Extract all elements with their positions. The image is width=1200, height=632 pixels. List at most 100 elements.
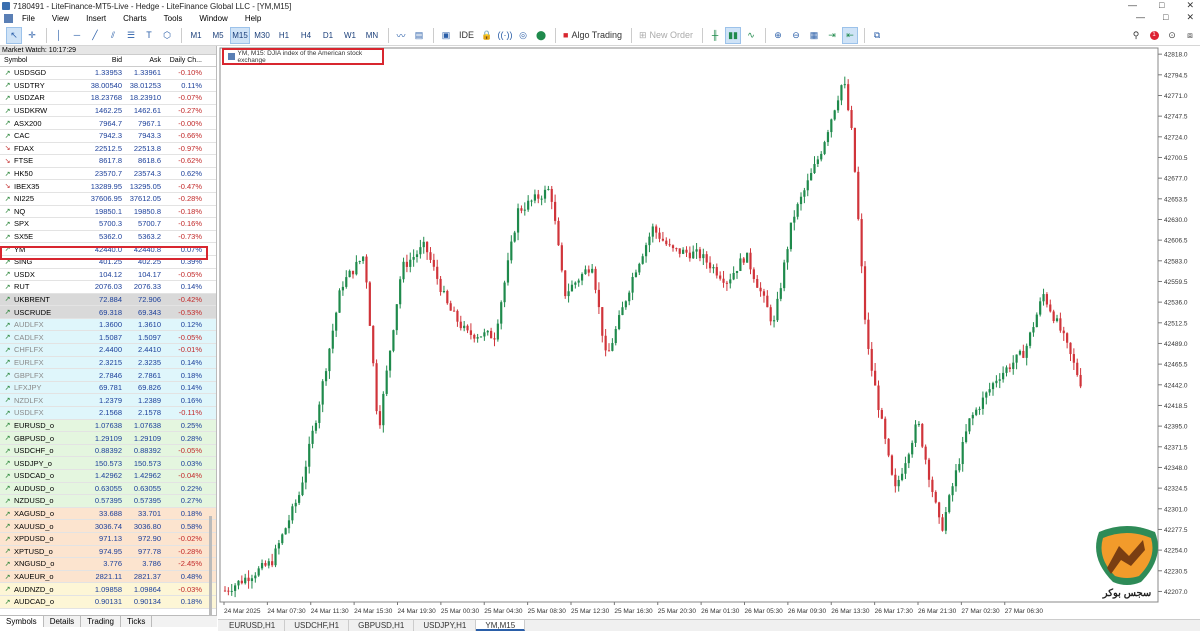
menu-window[interactable]: Window [190,14,235,23]
market-watch-row[interactable]: ↗ EURUSD_o 1.07638 1.07638 0.25% [0,419,216,433]
tile-windows-icon[interactable]: ▦ [806,27,822,44]
market-watch-row[interactable]: ↗ GBPLFX 2.7846 2.7861 0.18% [0,369,216,382]
column-symbol[interactable]: Symbol [0,57,80,64]
timeframe-m1[interactable]: M1 [186,27,206,44]
menu-view[interactable]: View [43,14,77,23]
text-tool-icon[interactable]: T [141,27,157,44]
horizontal-line-icon[interactable]: ─ [69,27,85,44]
market-watch-row[interactable]: ↗ USDLFX 2.1568 2.1578 -0.11% [0,407,216,420]
market-watch-row[interactable]: ↗ CAC 7942.3 7943.3 -0.66% [0,129,216,143]
ide-button[interactable]: IDE [456,27,477,44]
market-watch-row[interactable]: ↗ RUT 2076.03 2076.33 0.14% [0,281,216,294]
chart-tab-usdchf[interactable]: USDCHF,H1 [285,620,350,631]
market-watch-scrollbar[interactable] [209,516,212,626]
new-chart-icon[interactable]: ▣ [438,27,454,44]
crosshair-icon[interactable]: ✛ [24,27,40,44]
timeframe-mn[interactable]: MN [362,27,382,44]
doc-restore-button[interactable]: □ [1163,12,1168,23]
maximize-button[interactable]: □ [1159,0,1164,11]
timeframe-h1[interactable]: H1 [274,27,294,44]
tab-ticks[interactable]: Ticks [121,616,153,627]
market-watch-row[interactable]: ↗ NQ 19850.1 19850.8 -0.18% [0,205,216,219]
menu-file[interactable]: File [13,14,43,23]
channel-icon[interactable]: ⫽ [105,27,121,44]
trendline-icon[interactable]: ╱ [87,27,103,44]
fibonacci-icon[interactable]: ☰ [123,27,139,44]
market-watch-row[interactable]: ↗ USDJPY_o 150.573 150.573 0.03% [0,457,216,470]
market-watch-row[interactable]: ↗ USDCAD_o 1.42962 1.42962 -0.04% [0,470,216,483]
menu-tools[interactable]: Tools [155,14,191,23]
lock-icon[interactable]: 🔒 [479,27,495,44]
shapes-icon[interactable]: ⬡ [159,27,175,44]
tab-trading[interactable]: Trading [81,616,121,627]
column-bid[interactable]: Bid [80,57,122,64]
doc-minimize-button[interactable]: — [1136,12,1145,23]
screenshot-icon[interactable]: ⧉ [869,27,885,44]
notifications-icon[interactable]: 1 [1146,27,1162,44]
chart-tab-eurusd[interactable]: EURUSD,H1 [220,620,286,631]
bar-chart-icon[interactable]: ╫ [707,27,723,44]
market-watch-row[interactable]: ↗ AUDLFX 1.3600 1.3610 0.12% [0,318,216,332]
account-icon[interactable]: ⊙ [1164,27,1180,44]
market-watch-row[interactable]: ↗ UKBRENT 72.884 72.906 -0.42% [0,293,216,307]
market-watch-row[interactable]: ↗ SING 401.25 402.25 0.39% [0,255,216,269]
market-watch-row[interactable]: ↗ USDKRW 1462.25 1462.61 -0.27% [0,104,216,118]
market-watch-row[interactable]: ↗ USDCHF_o 0.88392 0.88392 -0.05% [0,444,216,458]
zoom-in-icon[interactable]: ⊕ [770,27,786,44]
algo-trading-button[interactable]: ■ Algo Trading [560,27,625,44]
chart-tab-ym[interactable]: YM,M15 [476,620,526,631]
cursor-tool-icon[interactable]: ↖ [6,26,22,44]
timeframe-d1[interactable]: D1 [318,27,338,44]
line-chart-icon[interactable]: ∿ [743,27,759,44]
tab-symbols[interactable]: Symbols [0,616,44,627]
market-watch-row[interactable]: ↗ NZDUSD_o 0.57395 0.57395 0.27% [0,495,216,508]
timeframe-h4[interactable]: H4 [296,27,316,44]
market-watch-row[interactable]: ↗ AUDCAD_o 0.90131 0.90134 0.18% [0,595,216,609]
market-watch-row[interactable]: ↗ NI225 37606.95 37612.05 -0.28% [0,192,216,206]
market-watch-row[interactable]: ↗ HK50 23570.7 23574.3 0.62% [0,167,216,181]
market-watch-row[interactable]: ↗ ASX200 7964.7 7967.1 -0.00% [0,117,216,130]
column-daily-change[interactable]: Daily Ch... [161,57,205,64]
market-watch-row[interactable]: ↗ XAGUSD_o 33.688 33.701 0.18% [0,507,216,521]
indicators-icon[interactable]: 〰 [393,27,409,44]
chart-area[interactable]: 42818.0 42794.5 42771.0 42747.5 42724.0 42700… [218,46,1200,618]
menu-charts[interactable]: Charts [114,14,155,23]
signals-icon[interactable]: ((·)) [497,27,513,44]
market-watch-row[interactable]: ↗ AUDUSD_o 0.63055 0.63055 0.22% [0,482,216,496]
market-watch-row[interactable]: ↗ XAUEUR_o 2821.11 2821.37 0.48% [0,570,216,584]
market-watch-row[interactable]: ↗ YM 42440.0 42440.8 0.07% [0,243,216,256]
market-watch-row[interactable]: ↗ USDZAR 18.23768 18.23910 -0.07% [0,92,216,105]
timeframe-m30[interactable]: M30 [252,27,272,44]
market-watch-row[interactable]: ↗ USCRUDE 69.318 69.343 -0.53% [0,306,216,319]
market-watch-row[interactable]: ↗ XAUUSD_o 3036.74 3036.80 0.58% [0,520,216,533]
market-watch-row[interactable]: ↗ AUDNZD_o 1.09858 1.09864 -0.03% [0,583,216,596]
menu-insert[interactable]: Insert [77,14,114,23]
candlestick-chart[interactable]: 42818.0 42794.5 42771.0 42747.5 42724.0 42700… [218,46,1200,618]
doc-close-button[interactable]: ✕ [1186,12,1194,23]
autoscroll-icon[interactable]: ⇥ [824,27,840,44]
timeframe-w1[interactable]: W1 [340,27,360,44]
search-icon[interactable]: ⚲ [1128,27,1144,44]
timeframe-m5[interactable]: M5 [208,27,228,44]
new-order-button[interactable]: ⊞ New Order [636,27,696,44]
zoom-out-icon[interactable]: ⊖ [788,27,804,44]
market-watch-row[interactable]: ↘ FTSE 8617.8 8618.6 -0.62% [0,155,216,168]
market-watch-row[interactable]: ↗ NZDLFX 1.2379 1.2389 0.16% [0,394,216,408]
market-watch-row[interactable]: ↗ CHFLFX 2.4400 2.4410 -0.01% [0,344,216,357]
market-watch-row[interactable]: ↗ XPDUSD_o 971.13 972.90 -0.02% [0,532,216,546]
market-watch-row[interactable]: ↗ USDSGD 1.33953 1.33961 -0.10% [0,67,216,80]
market-watch-row[interactable]: ↗ SX5E 5362.0 5363.2 -0.73% [0,230,216,244]
market-watch-row[interactable]: ↗ XPTUSD_o 974.95 977.78 -0.28% [0,545,216,559]
market-watch-row[interactable]: ↗ USDX 104.12 104.17 -0.05% [0,268,216,282]
candlestick-chart-icon[interactable]: ▮▮ [725,26,742,44]
market-watch-row[interactable]: ↘ FDAX 22512.5 22513.8 -0.97% [0,142,216,156]
minimize-button[interactable]: — [1128,0,1137,11]
market-watch-row[interactable]: ↗ SPX 5700.3 5700.7 -0.16% [0,218,216,231]
templates-icon[interactable]: ▤ [411,27,427,44]
market-watch-row[interactable]: ↗ CADLFX 1.5087 1.5097 -0.05% [0,331,216,345]
market-watch-row[interactable]: ↗ LFXJPY 69.781 69.826 0.14% [0,381,216,395]
market-icon[interactable]: ⬤ [533,27,549,44]
market-watch-row[interactable]: ↗ GBPUSD_o 1.29109 1.29109 0.28% [0,432,216,445]
market-watch-row[interactable]: ↗ XNGUSD_o 3.776 3.786 -2.45% [0,558,216,571]
vertical-line-icon[interactable]: │ [51,27,67,44]
